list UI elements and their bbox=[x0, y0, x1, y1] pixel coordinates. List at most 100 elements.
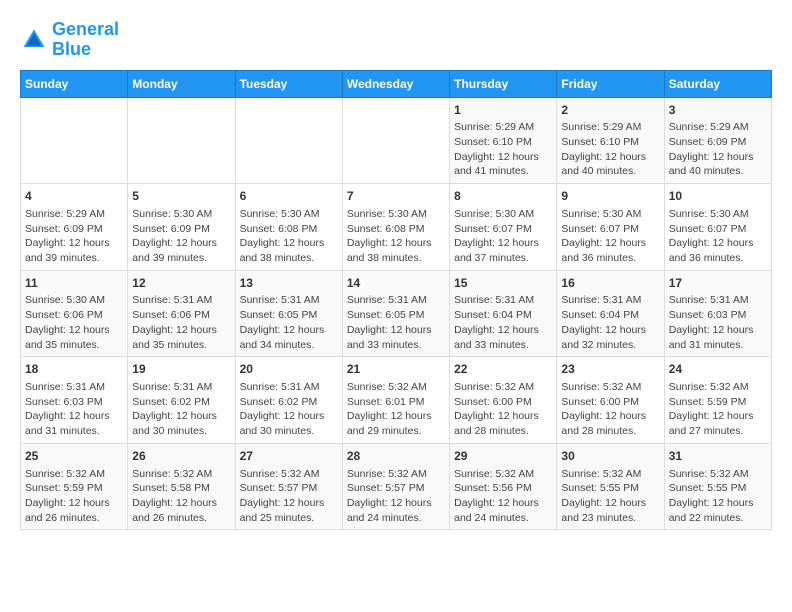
day-info: Sunrise: 5:32 AM Sunset: 6:01 PM Dayligh… bbox=[347, 380, 445, 439]
day-number: 1 bbox=[454, 102, 552, 119]
day-number: 27 bbox=[240, 448, 338, 465]
day-number: 3 bbox=[669, 102, 767, 119]
day-info: Sunrise: 5:32 AM Sunset: 5:56 PM Dayligh… bbox=[454, 467, 552, 526]
calendar-cell: 15Sunrise: 5:31 AM Sunset: 6:04 PM Dayli… bbox=[450, 270, 557, 357]
day-number: 23 bbox=[561, 361, 659, 378]
calendar-cell: 25 Sunrise: 5:32 AM Sunset: 5:59 PM Dayli… bbox=[21, 443, 128, 530]
calendar-cell: 22 Sunrise: 5:32 AM Sunset: 6:00 PM Dayli… bbox=[450, 357, 557, 444]
calendar-cell: 20Sunrise: 5:31 AM Sunset: 6:02 PM Dayli… bbox=[235, 357, 342, 444]
day-info: Sunrise: 5:32 AM Sunset: 5:55 PM Dayligh… bbox=[561, 467, 659, 526]
calendar-cell: 23 Sunrise: 5:32 AM Sunset: 6:00 PM Dayli… bbox=[557, 357, 664, 444]
day-info: Sunrise: 5:29 AM Sunset: 6:10 PM Dayligh… bbox=[454, 120, 552, 179]
day-info: Sunrise: 5:32 AM Sunset: 5:57 PM Dayligh… bbox=[347, 467, 445, 526]
day-info: Sunrise: 5:31 AM Sunset: 6:02 PM Dayligh… bbox=[132, 380, 230, 439]
day-number: 24 bbox=[669, 361, 767, 378]
day-info: Sunrise: 5:32 AM Sunset: 5:58 PM Dayligh… bbox=[132, 467, 230, 526]
calendar-cell: 9 Sunrise: 5:30 AM Sunset: 6:07 PM Daylig… bbox=[557, 184, 664, 271]
day-header-saturday: Saturday bbox=[664, 70, 771, 97]
day-info: Sunrise: 5:32 AM Sunset: 5:57 PM Dayligh… bbox=[240, 467, 338, 526]
calendar-cell: 6 Sunrise: 5:30 AM Sunset: 6:08 PM Daylig… bbox=[235, 184, 342, 271]
day-number: 14 bbox=[347, 275, 445, 292]
day-number: 25 bbox=[25, 448, 123, 465]
day-info: Sunrise: 5:30 AM Sunset: 6:08 PM Dayligh… bbox=[240, 207, 338, 266]
calendar-cell: 31 Sunrise: 5:32 AM Sunset: 5:55 PM Dayli… bbox=[664, 443, 771, 530]
day-number: 31 bbox=[669, 448, 767, 465]
calendar-cell: 19 Sunrise: 5:31 AM Sunset: 6:02 PM Dayli… bbox=[128, 357, 235, 444]
day-number: 21 bbox=[347, 361, 445, 378]
day-number: 18 bbox=[25, 361, 123, 378]
calendar-cell: 17Sunrise: 5:31 AM Sunset: 6:03 PM Dayli… bbox=[664, 270, 771, 357]
calendar-cell: 4Sunrise: 5:29 AM Sunset: 6:09 PM Daylig… bbox=[21, 184, 128, 271]
day-number: 16 bbox=[561, 275, 659, 292]
day-number: 19 bbox=[132, 361, 230, 378]
logo-text: General Blue bbox=[52, 20, 119, 60]
calendar-cell: 24 Sunrise: 5:32 AM Sunset: 5:59 PM Dayli… bbox=[664, 357, 771, 444]
day-number: 26 bbox=[132, 448, 230, 465]
day-header-friday: Friday bbox=[557, 70, 664, 97]
day-number: 28 bbox=[347, 448, 445, 465]
calendar-cell: 7Sunrise: 5:30 AM Sunset: 6:08 PM Daylig… bbox=[342, 184, 449, 271]
day-info: Sunrise: 5:30 AM Sunset: 6:07 PM Dayligh… bbox=[454, 207, 552, 266]
day-number: 17 bbox=[669, 275, 767, 292]
calendar-cell: 12Sunrise: 5:31 AM Sunset: 6:06 PM Dayli… bbox=[128, 270, 235, 357]
calendar-cell: 11Sunrise: 5:30 AM Sunset: 6:06 PM Dayli… bbox=[21, 270, 128, 357]
day-info: Sunrise: 5:31 AM Sunset: 6:04 PM Dayligh… bbox=[454, 293, 552, 352]
logo: General Blue bbox=[20, 20, 119, 60]
day-info: Sunrise: 5:30 AM Sunset: 6:09 PM Dayligh… bbox=[132, 207, 230, 266]
day-info: Sunrise: 5:31 AM Sunset: 6:05 PM Dayligh… bbox=[347, 293, 445, 352]
day-info: Sunrise: 5:31 AM Sunset: 6:06 PM Dayligh… bbox=[132, 293, 230, 352]
day-info: Sunrise: 5:29 AM Sunset: 6:09 PM Dayligh… bbox=[669, 120, 767, 179]
week-row-2: 11Sunrise: 5:30 AM Sunset: 6:06 PM Dayli… bbox=[21, 270, 772, 357]
day-info: Sunrise: 5:32 AM Sunset: 5:59 PM Dayligh… bbox=[25, 467, 123, 526]
day-number: 22 bbox=[454, 361, 552, 378]
calendar-table: SundayMondayTuesdayWednesdayThursdayFrid… bbox=[20, 70, 772, 531]
calendar-cell: 3Sunrise: 5:29 AM Sunset: 6:09 PM Daylig… bbox=[664, 97, 771, 184]
day-info: Sunrise: 5:29 AM Sunset: 6:10 PM Dayligh… bbox=[561, 120, 659, 179]
day-number: 4 bbox=[25, 188, 123, 205]
calendar-cell: 1Sunrise: 5:29 AM Sunset: 6:10 PM Daylig… bbox=[450, 97, 557, 184]
calendar-cell: 29 Sunrise: 5:32 AM Sunset: 5:56 PM Dayli… bbox=[450, 443, 557, 530]
day-info: Sunrise: 5:31 AM Sunset: 6:03 PM Dayligh… bbox=[669, 293, 767, 352]
day-header-thursday: Thursday bbox=[450, 70, 557, 97]
calendar-cell bbox=[21, 97, 128, 184]
day-number: 13 bbox=[240, 275, 338, 292]
header-row: SundayMondayTuesdayWednesdayThursdayFrid… bbox=[21, 70, 772, 97]
calendar-cell: 13Sunrise: 5:31 AM Sunset: 6:05 PM Dayli… bbox=[235, 270, 342, 357]
day-number: 6 bbox=[240, 188, 338, 205]
calendar-cell: 14Sunrise: 5:31 AM Sunset: 6:05 PM Dayli… bbox=[342, 270, 449, 357]
calendar-cell: 30 Sunrise: 5:32 AM Sunset: 5:55 PM Dayli… bbox=[557, 443, 664, 530]
day-number: 15 bbox=[454, 275, 552, 292]
day-number: 11 bbox=[25, 275, 123, 292]
day-info: Sunrise: 5:32 AM Sunset: 5:55 PM Dayligh… bbox=[669, 467, 767, 526]
day-info: Sunrise: 5:31 AM Sunset: 6:03 PM Dayligh… bbox=[25, 380, 123, 439]
day-number: 2 bbox=[561, 102, 659, 119]
calendar-cell: 28 Sunrise: 5:32 AM Sunset: 5:57 PM Dayli… bbox=[342, 443, 449, 530]
day-number: 29 bbox=[454, 448, 552, 465]
day-info: Sunrise: 5:30 AM Sunset: 6:06 PM Dayligh… bbox=[25, 293, 123, 352]
day-number: 5 bbox=[132, 188, 230, 205]
page-header: General Blue bbox=[20, 20, 772, 60]
calendar-cell: 16Sunrise: 5:31 AM Sunset: 6:04 PM Dayli… bbox=[557, 270, 664, 357]
calendar-cell: 26 Sunrise: 5:32 AM Sunset: 5:58 PM Dayli… bbox=[128, 443, 235, 530]
calendar-cell: 18 Sunrise: 5:31 AM Sunset: 6:03 PM Dayli… bbox=[21, 357, 128, 444]
calendar-cell: 2Sunrise: 5:29 AM Sunset: 6:10 PM Daylig… bbox=[557, 97, 664, 184]
day-info: Sunrise: 5:32 AM Sunset: 6:00 PM Dayligh… bbox=[454, 380, 552, 439]
calendar-cell bbox=[235, 97, 342, 184]
day-number: 12 bbox=[132, 275, 230, 292]
day-number: 9 bbox=[561, 188, 659, 205]
day-info: Sunrise: 5:32 AM Sunset: 6:00 PM Dayligh… bbox=[561, 380, 659, 439]
week-row-0: 1Sunrise: 5:29 AM Sunset: 6:10 PM Daylig… bbox=[21, 97, 772, 184]
week-row-1: 4Sunrise: 5:29 AM Sunset: 6:09 PM Daylig… bbox=[21, 184, 772, 271]
day-number: 10 bbox=[669, 188, 767, 205]
day-info: Sunrise: 5:30 AM Sunset: 6:07 PM Dayligh… bbox=[561, 207, 659, 266]
calendar-cell: 27 Sunrise: 5:32 AM Sunset: 5:57 PM Dayli… bbox=[235, 443, 342, 530]
logo-icon bbox=[20, 26, 48, 54]
day-number: 7 bbox=[347, 188, 445, 205]
day-info: Sunrise: 5:32 AM Sunset: 5:59 PM Dayligh… bbox=[669, 380, 767, 439]
calendar-header: SundayMondayTuesdayWednesdayThursdayFrid… bbox=[21, 70, 772, 97]
day-header-sunday: Sunday bbox=[21, 70, 128, 97]
day-number: 30 bbox=[561, 448, 659, 465]
day-header-monday: Monday bbox=[128, 70, 235, 97]
calendar-cell: 10Sunrise: 5:30 AM Sunset: 6:07 PM Dayli… bbox=[664, 184, 771, 271]
day-number: 8 bbox=[454, 188, 552, 205]
